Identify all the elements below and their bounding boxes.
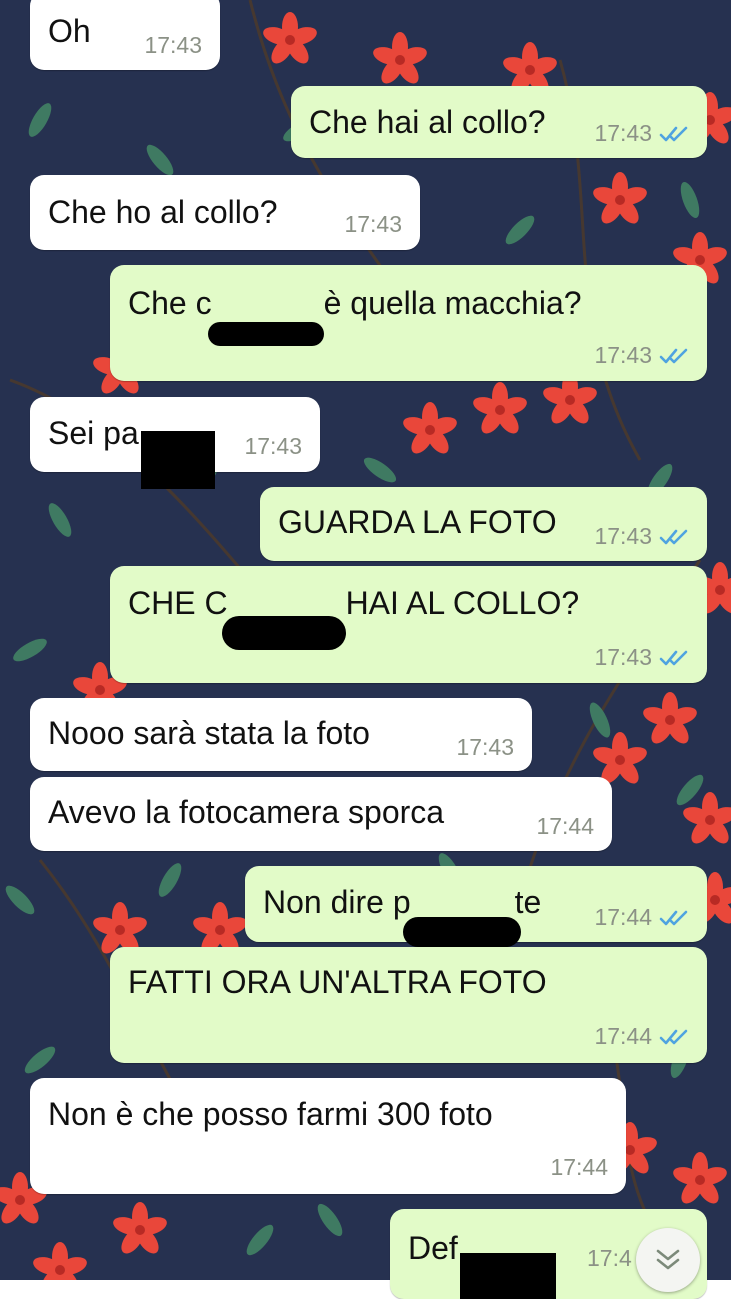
message-incoming[interactable]: Avevo la fotocamera sporca 17:44 (30, 777, 612, 851)
message-text: FATTI ORA UN'ALTRA FOTO (128, 964, 547, 1000)
message-text: GUARDA LA FOTO (278, 504, 557, 540)
read-receipt-icon (659, 529, 688, 544)
redaction-mark (459, 1253, 556, 1299)
message-time: 17:43 (594, 523, 652, 549)
message-outgoing[interactable]: Non dire p te 17:44 (245, 866, 707, 947)
message-outgoing[interactable]: CHE C HAI AL COLLO? 17:43 (110, 566, 707, 683)
message-outgoing[interactable]: FATTI ORA UN'ALTRA FOTO 17:44 (110, 947, 707, 1063)
message-text: CHE C HAI AL COLLO? (128, 584, 579, 650)
message-list[interactable]: Oh 17:43 Che hai al collo? 17:43 Che ho … (0, 0, 731, 1299)
message-time: 17:43 (144, 32, 202, 58)
message-outgoing[interactable]: GUARDA LA FOTO 17:43 (260, 487, 707, 561)
redaction-mark (402, 917, 521, 947)
message-time: 17:44 (550, 1154, 608, 1180)
message-time: 17:44 (594, 904, 652, 930)
message-text: Oh (48, 13, 91, 49)
read-receipt-icon (659, 650, 688, 665)
message-text: Non è che posso farmi 300 foto (48, 1096, 493, 1132)
message-time: 17:44 (536, 813, 594, 839)
message-text: Che cè quella macchia? (128, 284, 582, 346)
message-text: Che hai al collo? (309, 104, 546, 140)
read-receipt-icon (659, 348, 688, 363)
message-text: Non dire p te (263, 883, 541, 947)
message-text: Nooo sarà stata la foto (48, 715, 370, 751)
message-outgoing[interactable]: Che cè quella macchia? 17:43 (110, 265, 707, 381)
message-time: 17:43 (594, 120, 652, 146)
message-time: 17:43 (244, 433, 302, 459)
message-outgoing[interactable]: Che hai al collo? 17:43 (291, 86, 707, 158)
redaction-mark (221, 616, 346, 650)
read-receipt-icon (659, 910, 688, 925)
read-receipt-icon (659, 126, 688, 141)
message-incoming[interactable]: Nooo sarà stata la foto 17:43 (30, 698, 532, 771)
message-text: Avevo la fotocamera sporca (48, 794, 445, 830)
redaction-mark (207, 322, 324, 346)
double-chevron-down-icon (656, 1249, 680, 1270)
read-receipt-icon (659, 1029, 688, 1044)
message-incoming[interactable]: Sei pa 17:43 (30, 397, 320, 489)
message-incoming[interactable]: Oh 17:43 (30, 0, 220, 70)
message-time: 17:43 (594, 644, 652, 670)
message-time: 17:43 (456, 734, 514, 760)
scroll-to-bottom-button[interactable] (636, 1228, 700, 1292)
redaction-mark (140, 431, 215, 489)
message-text: Sei pa (48, 414, 217, 489)
message-text: Def (408, 1229, 558, 1299)
message-time: 17:44 (594, 1023, 652, 1049)
message-time: 17:43 (344, 211, 402, 237)
message-time: 17:43 (594, 342, 652, 368)
message-text: Che ho al collo? (48, 194, 278, 230)
message-time: 17:4 (587, 1245, 632, 1271)
message-incoming[interactable]: Che ho al collo? 17:43 (30, 175, 420, 250)
message-incoming[interactable]: Non è che posso farmi 300 foto 17:44 (30, 1078, 626, 1194)
